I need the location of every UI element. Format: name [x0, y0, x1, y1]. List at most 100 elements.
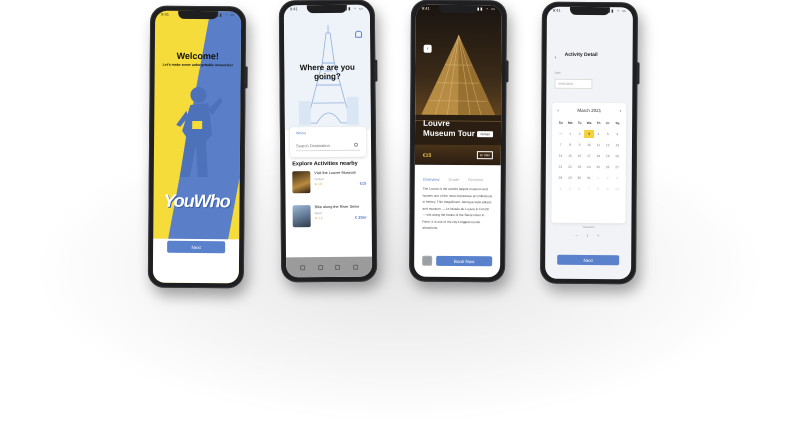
chevron-right-icon[interactable]: ›: [620, 108, 622, 114]
hero-image: [414, 4, 502, 166]
weekday-label: Su: [558, 120, 563, 125]
tab-reviews[interactable]: Reviews: [468, 177, 483, 182]
calendar-day[interactable]: 23: [575, 163, 584, 171]
calendar-day[interactable]: 16: [575, 152, 584, 160]
page-title: Where are you going?: [299, 62, 355, 82]
date-label: Date: [554, 70, 561, 75]
explore-icon[interactable]: [317, 264, 323, 270]
calendar-day[interactable]: 2: [603, 174, 612, 182]
plus-button[interactable]: +: [597, 233, 599, 240]
calendar-day[interactable]: 1: [565, 130, 574, 138]
weekday-label: Fr: [606, 121, 610, 126]
calendar-day[interactable]: 6: [613, 130, 622, 138]
calendar-day[interactable]: 14: [556, 152, 565, 160]
calendar-day[interactable]: 3: [612, 174, 621, 182]
calendar-day[interactable]: 15: [565, 152, 574, 160]
calendar-day[interactable]: 20: [612, 152, 621, 160]
calendar-day[interactable]: 7: [556, 141, 565, 149]
search-input[interactable]: [296, 140, 361, 152]
tab-overview[interactable]: Overview: [423, 177, 440, 182]
calendar-day[interactable]: 3: [584, 129, 594, 139]
activity-card[interactable]: Visit the Louvre Museum Culture ★ 4.8 €1…: [292, 171, 366, 202]
detail-tabs: Overview Guide Reviews: [423, 177, 493, 182]
calendar-day[interactable]: 30: [575, 174, 584, 182]
calendar-day[interactable]: 1: [593, 174, 602, 182]
calendar-day[interactable]: 28: [556, 174, 565, 182]
tab-guide[interactable]: Guide: [448, 177, 459, 182]
calendar-day[interactable]: 13: [613, 141, 622, 149]
bell-icon[interactable]: [355, 30, 363, 38]
weekday-label: Mo: [567, 120, 573, 125]
activity-thumbnail: [292, 205, 311, 228]
activity-thumbnail: [292, 171, 311, 194]
travelers-label: Travelers: [582, 224, 595, 230]
calendar-day[interactable]: 25: [594, 163, 603, 171]
weekday-label: We: [586, 120, 592, 126]
phone-booking: 9:41 ▮▮ ◔ ▭ ‹ Activity Detail Date 06/05/…: [540, 1, 640, 285]
calendar-day[interactable]: 11: [594, 141, 603, 149]
bookings-icon[interactable]: [335, 264, 341, 270]
search-icon[interactable]: [354, 142, 359, 147]
tour-duration: 1h 30m: [476, 151, 493, 160]
booking-screen: 9:41 ▮▮ ◔ ▭ ‹ Activity Detail Date 06/05/…: [545, 6, 633, 280]
calendar-day[interactable]: 19: [603, 152, 612, 160]
phone-detail: 9:41 ▮▮ ◔ ▭ ‹ Louvre Museum Tour Culture …: [409, 0, 509, 283]
calendar-day[interactable]: 29: [565, 174, 574, 182]
calendar-day[interactable]: 7: [584, 185, 593, 193]
welcome-screen: 9:41 ▮▮ ◔ ▭ Welcome! Let's make some unfo…: [152, 10, 242, 284]
calendar-day[interactable]: 28: [556, 130, 565, 138]
search-label: Where: [295, 131, 307, 136]
calendar: ‹ March 2021 › Su Mo Tu We Th Fr Sa 28 1 2 3 4 5 6 7 8 9…: [551, 102, 627, 224]
section-title: Explore Activities nearby: [292, 160, 358, 168]
activity-card[interactable]: Bike along the River Seine Sport ★ 4.6 €…: [292, 204, 367, 236]
minus-button[interactable]: −: [575, 233, 577, 240]
calendar-day[interactable]: 27: [612, 163, 621, 171]
calendar-day[interactable]: 5: [603, 130, 612, 138]
calendar-day[interactable]: 9: [603, 185, 612, 193]
activity-category: Culture: [314, 177, 325, 182]
next-button[interactable]: Next: [167, 240, 226, 254]
bottom-nav: [286, 256, 373, 278]
calendar-day[interactable]: 12: [603, 141, 612, 149]
calendar-day[interactable]: 18: [594, 152, 603, 160]
weekday-label: Th: [596, 121, 601, 126]
calendar-day[interactable]: 24: [584, 163, 593, 171]
next-button[interactable]: Next: [557, 254, 620, 266]
weekday-label: Sa: [615, 121, 620, 126]
calendar-day[interactable]: 22: [565, 163, 574, 171]
calendar-day[interactable]: 2: [575, 130, 584, 138]
calendar-day[interactable]: 5: [565, 185, 574, 193]
page-title: Activity Detail: [564, 51, 598, 59]
calendar-day[interactable]: 8: [593, 185, 602, 193]
back-button[interactable]: ‹: [423, 44, 432, 53]
brand-logo: YouWho: [163, 190, 230, 212]
welcome-title: Welcome!: [176, 50, 220, 62]
calendar-day[interactable]: 9: [575, 141, 584, 149]
date-field[interactable]: 06/05/2021: [554, 78, 593, 90]
calendar-day[interactable]: 31: [584, 174, 593, 182]
detail-screen: 9:41 ▮▮ ◔ ▭ ‹ Louvre Museum Tour Culture …: [414, 4, 502, 278]
calendar-day[interactable]: 4: [594, 130, 603, 138]
profile-icon[interactable]: [352, 264, 358, 270]
activity-price: €15: [359, 180, 367, 186]
calendar-day[interactable]: 26: [603, 163, 612, 171]
calendar-grid: Su Mo Tu We Th Fr Sa 28 1 2 3 4 5 6 7 8 9 10 11 12 13 14 15 16 1…: [556, 121, 623, 193]
calendar-day[interactable]: 10: [584, 141, 593, 149]
favorite-button[interactable]: [422, 255, 433, 266]
back-button[interactable]: ‹: [555, 55, 557, 61]
calendar-day[interactable]: 8: [565, 141, 574, 149]
calendar-day[interactable]: 10: [612, 185, 621, 193]
book-now-button[interactable]: Book Now: [436, 255, 493, 267]
calendar-day[interactable]: 21: [556, 163, 565, 171]
home-icon[interactable]: [300, 264, 306, 270]
search-card: Where: [289, 126, 367, 158]
activity-name: Bike along the River Seine: [314, 204, 360, 210]
calendar-day[interactable]: 6: [574, 185, 583, 193]
tour-title: Louvre Museum Tour: [423, 118, 475, 139]
calendar-day[interactable]: 4: [556, 185, 565, 193]
calendar-day[interactable]: 17: [584, 152, 593, 160]
travelers-stepper: − 1 +: [575, 233, 599, 240]
activity-rating: ★ 4.8: [314, 182, 323, 187]
tour-description: The Louvre is the world's largest museum…: [422, 186, 493, 230]
category-badge: Culture: [477, 131, 494, 138]
